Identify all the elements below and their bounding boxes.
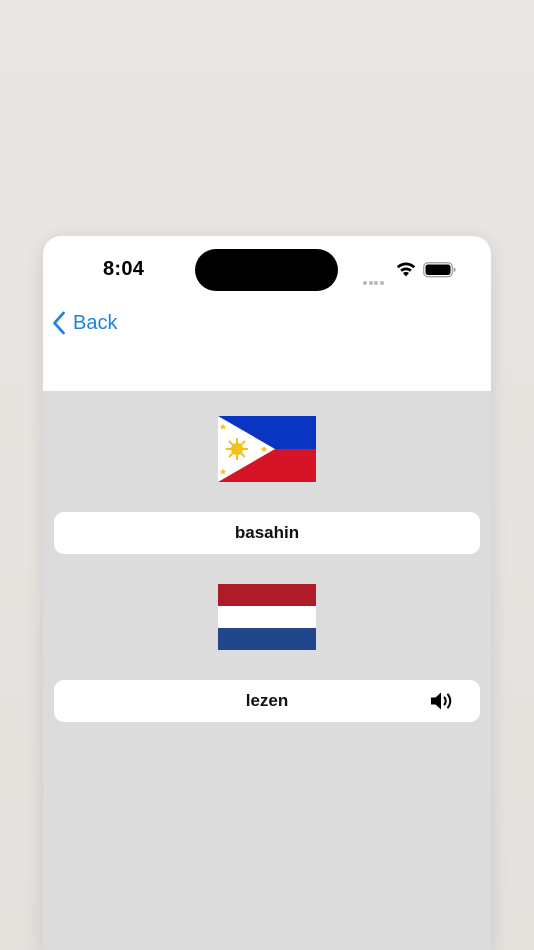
chevron-left-icon (53, 311, 65, 335)
dynamic-island (195, 249, 338, 291)
translation-content: basahin lezen (43, 391, 491, 950)
status-time: 8:04 (103, 258, 145, 280)
back-button[interactable]: Back (52, 309, 117, 337)
battery-icon (423, 262, 456, 278)
navigation-bar: Back (43, 296, 491, 391)
status-icons (363, 260, 463, 285)
netherlands-flag (218, 584, 316, 650)
speaker-icon[interactable] (430, 691, 456, 711)
source-word-card[interactable]: basahin (54, 512, 480, 554)
status-bar: 8:04 (43, 236, 491, 296)
back-label: Back (73, 311, 118, 334)
signal-dots-icon (363, 272, 387, 285)
philippines-flag (218, 416, 316, 482)
target-word: lezen (245, 691, 289, 710)
source-word: basahin (234, 523, 300, 542)
phone-screen: 8:04 Back basahin lezen (43, 236, 491, 950)
wifi-icon (396, 262, 416, 277)
target-word-card[interactable]: lezen (54, 680, 480, 722)
